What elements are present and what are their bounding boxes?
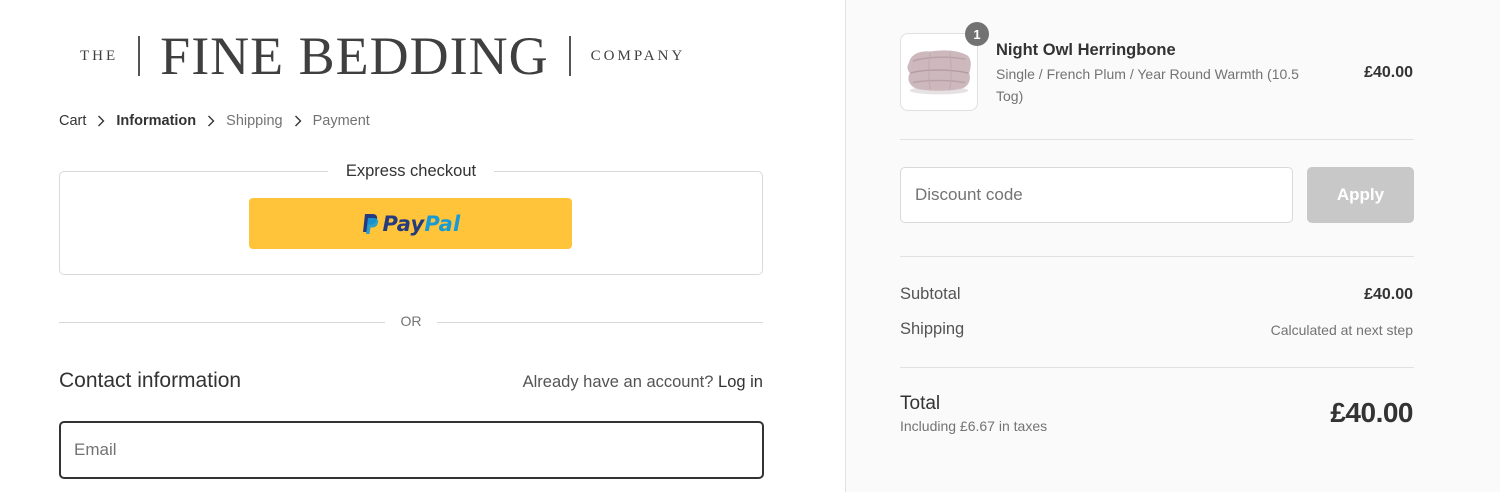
breadcrumb: Cart Information Shipping Payment xyxy=(59,113,370,129)
quantity-badge: 1 xyxy=(965,22,989,46)
discount-code-field[interactable] xyxy=(900,167,1293,223)
order-summary: 1 Night Owl Herringbone Single / French … xyxy=(845,0,1500,492)
main-column: THE FINE BEDDING COMPANY Cart Informatio… xyxy=(0,0,845,492)
brand-logo[interactable]: THE FINE BEDDING COMPANY xyxy=(80,28,744,84)
product-name: Night Owl Herringbone xyxy=(996,41,1176,59)
paypal-pal-text: Pal xyxy=(424,211,461,236)
summary-divider xyxy=(900,256,1414,257)
express-checkout-title: Express checkout xyxy=(328,159,494,183)
logo-prefix: THE xyxy=(80,47,119,64)
summary-divider xyxy=(900,367,1414,368)
or-divider-right xyxy=(437,322,763,323)
logo-name: FINE BEDDING xyxy=(160,26,549,86)
chevron-right-icon xyxy=(283,115,313,127)
paypal-pay-text: Pay xyxy=(382,211,425,236)
breadcrumb-cart[interactable]: Cart xyxy=(59,113,86,129)
logo-divider xyxy=(568,36,571,76)
breadcrumb-shipping: Shipping xyxy=(226,113,283,129)
paypal-wordmark: PayPal xyxy=(383,212,461,236)
summary-divider xyxy=(900,139,1414,140)
subtotal-label: Subtotal xyxy=(900,285,961,303)
chevron-right-icon xyxy=(196,115,226,127)
account-prompt: Already have an account? Log in xyxy=(523,373,763,392)
login-link[interactable]: Log in xyxy=(718,373,763,391)
contact-information-title: Contact information xyxy=(59,369,242,392)
chevron-right-icon xyxy=(86,115,116,127)
product-variant: Single / French Plum / Year Round Warmth… xyxy=(996,66,1299,104)
paypal-button[interactable]: PayPal xyxy=(249,198,572,249)
product-price: £40.00 xyxy=(1364,64,1413,81)
or-divider-left xyxy=(59,322,385,323)
total-value: £40.00 xyxy=(1330,397,1413,428)
apply-discount-button[interactable]: Apply xyxy=(1307,167,1414,223)
email-field[interactable] xyxy=(59,421,764,479)
logo-divider xyxy=(138,36,141,76)
account-prompt-text: Already have an account? xyxy=(522,373,714,391)
duvet-thumbnail-icon xyxy=(907,50,971,95)
shipping-label: Shipping xyxy=(900,320,965,338)
subtotal-value: £40.00 xyxy=(1364,286,1413,303)
breadcrumb-information: Information xyxy=(116,113,197,129)
or-divider-text: OR xyxy=(400,313,422,329)
shipping-value: Calculated at next step xyxy=(1270,322,1413,338)
breadcrumb-payment: Payment xyxy=(312,113,370,129)
logo-suffix: COMPANY xyxy=(590,47,686,64)
paypal-icon xyxy=(362,213,378,234)
total-label: Total xyxy=(900,393,941,414)
product-thumbnail: 1 xyxy=(900,22,989,111)
total-tax-note: Including £6.67 in taxes xyxy=(900,418,1048,434)
